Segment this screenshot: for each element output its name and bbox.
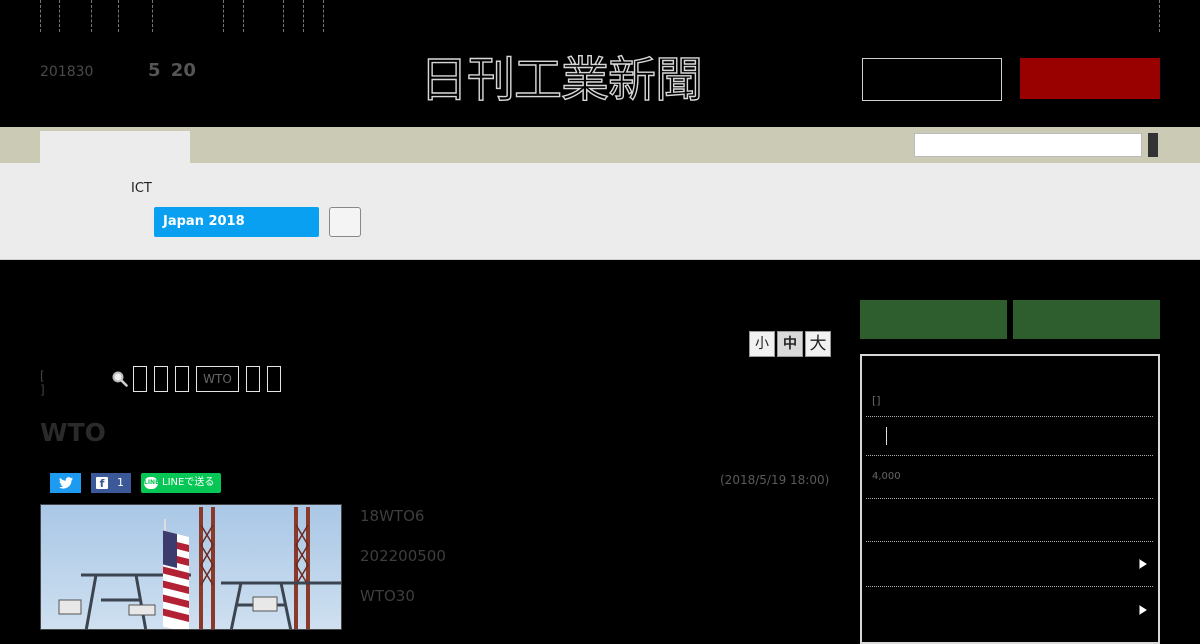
facebook-share-button[interactable]: f 1 <box>91 473 131 493</box>
font-size-medium-button[interactable]: 中 <box>777 331 803 357</box>
subnav-category-ict[interactable]: ICT <box>131 181 152 196</box>
sidebar-button-1[interactable] <box>860 300 1007 339</box>
article-body-line: WTO30 <box>360 587 415 605</box>
sidebar-price: 4,000 <box>872 471 901 482</box>
line-share-button[interactable]: LINE LINEで送る <box>141 473 221 493</box>
article-photo[interactable] <box>40 504 342 630</box>
keyword-tag[interactable] <box>175 366 189 392</box>
login-button[interactable] <box>862 58 1002 101</box>
keyword-tag[interactable] <box>154 366 168 392</box>
facebook-icon: f <box>96 477 108 490</box>
sidebar-input-caret <box>886 427 887 445</box>
article-body-line: 202200500 <box>360 547 446 565</box>
article-body: 18WTO6 202200500 WTO30 <box>360 507 820 627</box>
header-edition: 5 20 <box>148 60 196 81</box>
subscribe-button[interactable] <box>1020 58 1160 99</box>
site-logo-text: 日刊工業新聞 <box>419 51 703 108</box>
site-logo[interactable]: 日刊工業新聞 <box>419 50 790 110</box>
twitter-icon <box>58 477 73 489</box>
sidebar-panel <box>860 354 1160 644</box>
font-size-switcher: 小 中 大 <box>749 331 831 357</box>
keyword-tag-wto[interactable]: WTO <box>196 366 239 392</box>
font-size-large-button[interactable]: 大 <box>805 331 831 357</box>
sidebar-divider <box>866 455 1153 456</box>
sidebar-bracket: [] <box>872 394 881 407</box>
sidebar-divider <box>866 416 1153 417</box>
keyword-tags: WTO <box>133 366 281 392</box>
header-top-rule <box>40 0 1160 32</box>
nav-tab-active[interactable] <box>40 131 190 163</box>
sidebar-divider <box>866 541 1153 542</box>
keyword-tag[interactable] <box>133 366 147 392</box>
line-share-label: LINEで送る <box>162 477 215 488</box>
sidebar-divider <box>866 586 1153 587</box>
article-body-line: 18WTO6 <box>360 507 425 525</box>
breadcrumb-bracket: [] <box>40 369 45 397</box>
search-input[interactable] <box>914 133 1142 157</box>
search-button[interactable] <box>1148 133 1158 157</box>
font-size-small-button[interactable]: 小 <box>749 331 775 357</box>
article-date: (2018/5/19 18:00) <box>720 473 830 487</box>
share-buttons: f 1 LINE LINEで送る <box>50 473 221 493</box>
banner-close-button[interactable] <box>329 207 361 237</box>
sidebar-button-2[interactable] <box>1013 300 1160 339</box>
article-title: WTO <box>40 418 106 447</box>
magnifier-icon <box>111 370 129 388</box>
header-date: 201830 <box>40 64 94 80</box>
facebook-share-count: 1 <box>117 476 124 489</box>
line-icon: LINE <box>144 477 159 489</box>
event-banner-button[interactable]: Japan 2018 <box>154 207 319 237</box>
keyword-tag[interactable] <box>267 366 281 392</box>
sidebar-divider <box>866 498 1153 499</box>
keyword-tag[interactable] <box>246 366 260 392</box>
twitter-share-button[interactable] <box>50 473 81 493</box>
port-cranes-image <box>41 505 341 629</box>
